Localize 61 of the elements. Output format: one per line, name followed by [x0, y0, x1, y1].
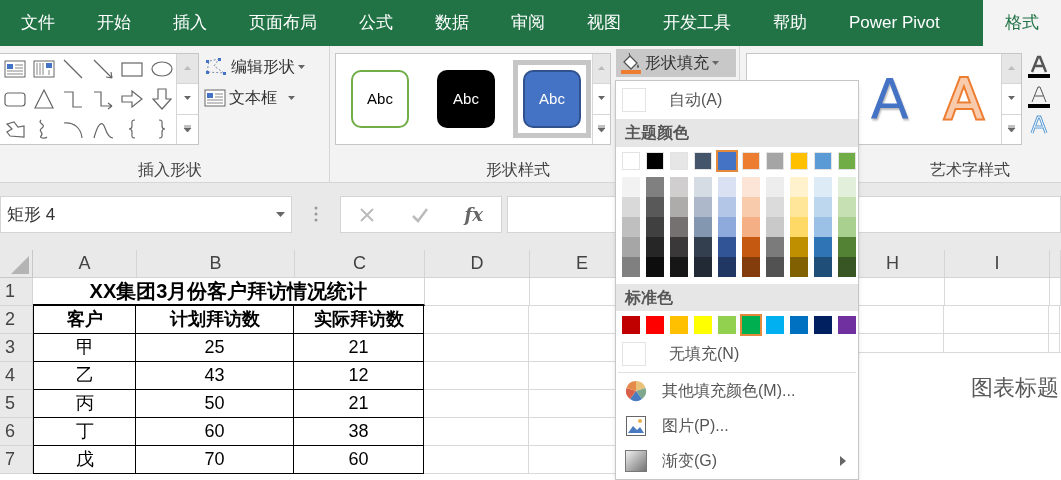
- column-header[interactable]: B: [137, 250, 295, 278]
- table-cell: 21: [294, 334, 424, 362]
- column-header[interactable]: A: [33, 250, 137, 278]
- table-cell: 戊: [33, 446, 136, 474]
- section-heading: 主题颜色: [616, 119, 858, 147]
- text-box-button[interactable]: 文本框: [204, 86, 305, 110]
- group-label: 形状样式: [486, 160, 550, 180]
- row-header[interactable]: 5: [0, 390, 33, 418]
- menu-tab[interactable]: 页面布局: [228, 0, 338, 46]
- row-header[interactable]: 3: [0, 334, 33, 362]
- menu-tab[interactable]: 开发工具: [642, 0, 752, 46]
- group-label: 插入形状: [137, 160, 202, 180]
- table-cell: 乙: [33, 362, 136, 390]
- menu-tab[interactable]: 审阅: [490, 0, 566, 46]
- menu-tab[interactable]: 格式: [983, 0, 1061, 46]
- menu-item[interactable]: 图片(P)...: [616, 408, 858, 444]
- row-header[interactable]: 2: [0, 306, 33, 334]
- column-heading: 实际拜访数: [294, 306, 424, 334]
- row-header[interactable]: 4: [0, 362, 33, 390]
- row-header[interactable]: 1: [0, 278, 33, 306]
- menu-item[interactable]: 渐变(G): [616, 443, 858, 479]
- table-title: XX集团3月份客户拜访情况统计: [33, 278, 425, 306]
- table-cell: 12: [294, 362, 424, 390]
- table-cell: 60: [136, 418, 294, 446]
- menu-tab[interactable]: 公式: [338, 0, 414, 46]
- edit-shape-button[interactable]: 编辑形状: [204, 55, 305, 79]
- table-cell: 21: [294, 390, 424, 418]
- menu-item[interactable]: 其他填充颜色(M)...: [616, 372, 858, 409]
- column-heading: 计划拜访数: [136, 306, 294, 334]
- menu-tab[interactable]: 视图: [566, 0, 642, 46]
- row-header[interactable]: 6: [0, 418, 33, 446]
- table-cell: 60: [294, 446, 424, 474]
- table-cell: 50: [136, 390, 294, 418]
- table-cell: 甲: [33, 334, 136, 362]
- table-cell: 70: [136, 446, 294, 474]
- name-box[interactable]: 矩形 4: [0, 196, 292, 233]
- menu-tab[interactable]: 数据: [414, 0, 490, 46]
- automatic-color-item[interactable]: 自动(A): [616, 85, 858, 116]
- insert-function-button[interactable]: fx: [464, 201, 484, 228]
- wordart-style-sample[interactable]: A: [870, 71, 909, 127]
- no-fill-item[interactable]: 无填充(N): [616, 338, 858, 369]
- menu-tab[interactable]: 开始: [76, 0, 152, 46]
- menu-tab[interactable]: 帮助: [752, 0, 828, 46]
- group-label: 艺术字样式: [930, 160, 1010, 180]
- shape-fill-button[interactable]: 形状填充: [616, 49, 736, 77]
- menu-tab[interactable]: 文件: [0, 0, 76, 46]
- menu-tab[interactable]: Power Pivot: [828, 0, 961, 46]
- column-header[interactable]: C: [295, 250, 425, 278]
- shape-style-sample[interactable]: Abc: [513, 60, 591, 138]
- column-heading: 客户: [33, 306, 136, 334]
- table-cell: 43: [136, 362, 294, 390]
- section-heading: 标准色: [616, 283, 858, 312]
- table-cell: 丙: [33, 390, 136, 418]
- table-cell: 25: [136, 334, 294, 362]
- row-header[interactable]: 7: [0, 446, 33, 474]
- table-cell: 38: [294, 418, 424, 446]
- column-header[interactable]: I: [945, 250, 1050, 278]
- menu-tab[interactable]: 插入: [152, 0, 228, 46]
- chart-title[interactable]: 图表标题: [971, 371, 1059, 404]
- table-cell: 丁: [33, 418, 136, 446]
- column-header[interactable]: D: [425, 250, 530, 278]
